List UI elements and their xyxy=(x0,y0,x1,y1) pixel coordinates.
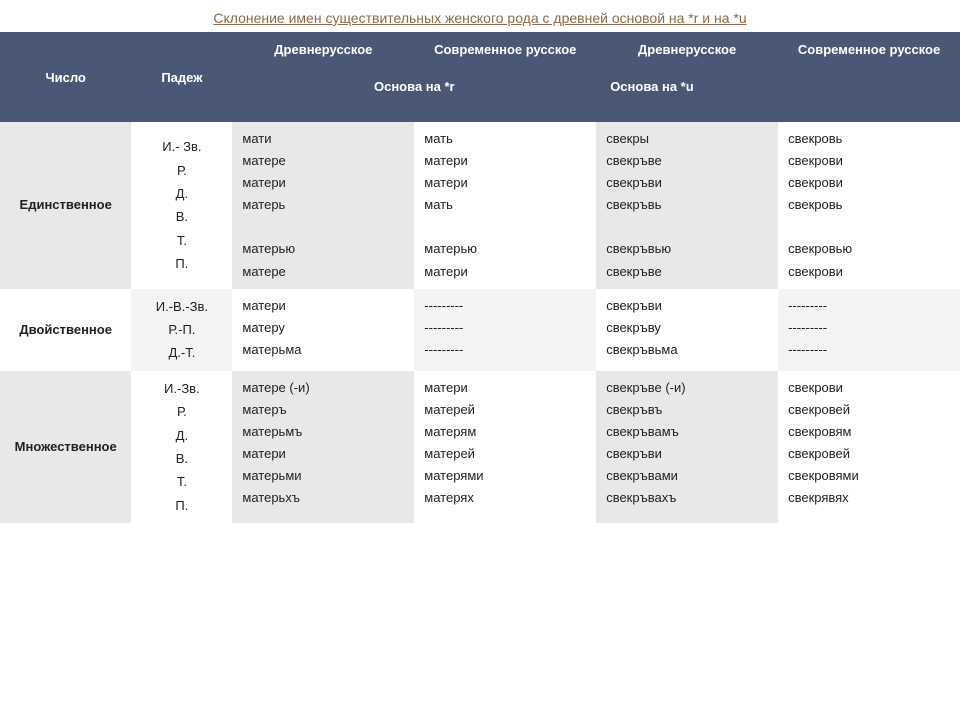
cell-sing-mr-r: мать матери матери мать матерью матери xyxy=(414,122,596,289)
cell-plur-mr-u: свекрови свекровей свекровям свекровей с… xyxy=(778,371,960,523)
cell-plur-mr-r: матери матерей матерям матерей матерями … xyxy=(414,371,596,523)
row-dual-label: Двойственное xyxy=(0,289,131,371)
declension-table: Число Падеж Древнерусское Современное ру… xyxy=(0,32,960,523)
cell-dual-mr-r: --------- --------- --------- xyxy=(414,289,596,371)
cell-dual-or-r: матери матеру матерьма xyxy=(232,289,414,371)
header-number: Число xyxy=(0,32,131,122)
row-plural-label: Множественное xyxy=(0,371,131,523)
header-stem-r: Основа на *r xyxy=(232,67,596,122)
page-title: Склонение имен существительных женского … xyxy=(0,0,960,32)
row-dual-cases: И.-В.-Зв. Р.-П. Д.-Т. xyxy=(131,289,232,371)
header-case: Падеж xyxy=(131,32,232,122)
row-singular-cases: И.- Зв. Р. Д. В. Т. П. xyxy=(131,122,232,289)
cell-sing-or-r: мати матере матери матерь матерью матере xyxy=(232,122,414,289)
header-mod-ru-1: Современное русское xyxy=(414,32,596,67)
header-mod-ru-2: Современное русское xyxy=(778,32,960,67)
cell-plur-or-r: матере (-и) матеръ матерьмъ матери матер… xyxy=(232,371,414,523)
header-old-ru-1: Древнерусское xyxy=(232,32,414,67)
cell-sing-mr-u: свекровь свекрови свекрови свекровь свек… xyxy=(778,122,960,289)
cell-sing-or-u: свекры свекръве свекръви свекръвь свекръ… xyxy=(596,122,778,289)
cell-plur-or-u: свекръве (-и) свекръвъ свекръвамъ свекръ… xyxy=(596,371,778,523)
cell-dual-mr-u: --------- --------- --------- xyxy=(778,289,960,371)
header-stem-u: Основа на *u xyxy=(596,67,960,122)
row-singular-label: Единственное xyxy=(0,122,131,289)
row-plural-cases: И.-Зв. Р. Д. В. Т. П. xyxy=(131,371,232,523)
header-old-ru-2: Древнерусское xyxy=(596,32,778,67)
cell-dual-or-u: свекръви свекръву свекръвьма xyxy=(596,289,778,371)
